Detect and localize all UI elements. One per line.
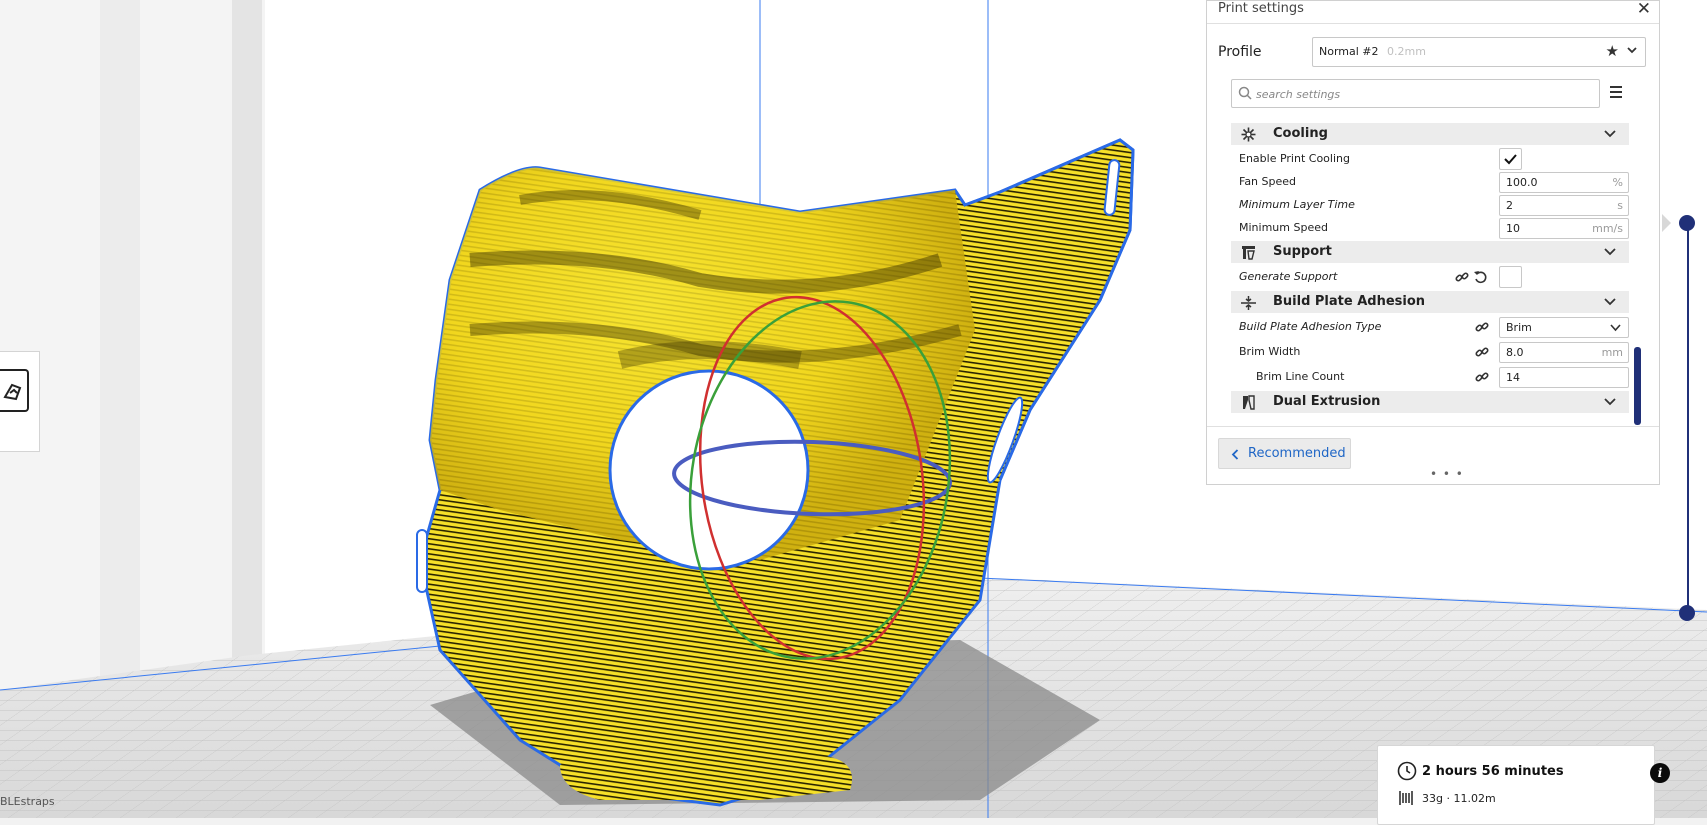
setting-brim-line-count: Brim Line Count 14 bbox=[1231, 366, 1629, 388]
setting-brim-width: Brim Width 8.0 mm bbox=[1231, 341, 1629, 363]
fan-icon bbox=[1241, 127, 1256, 142]
setting-build-plate-adhesion-type: Build Plate Adhesion Type Brim bbox=[1231, 316, 1629, 338]
field-value: 14 bbox=[1506, 371, 1520, 384]
setting-label: Brim Line Count bbox=[1256, 370, 1345, 383]
field-unit: s bbox=[1617, 199, 1623, 212]
material-usage: 33g · 11.02m bbox=[1422, 792, 1496, 805]
search-icon bbox=[1238, 86, 1252, 100]
recommended-label: Recommended bbox=[1248, 446, 1346, 461]
setting-label: Minimum Speed bbox=[1239, 221, 1328, 234]
profile-layer-height: 0.2mm bbox=[1387, 45, 1426, 58]
clock-icon bbox=[1397, 761, 1417, 781]
category-label: Support bbox=[1273, 244, 1332, 259]
close-icon[interactable]: ✕ bbox=[1637, 0, 1651, 19]
setting-label: Brim Width bbox=[1239, 345, 1301, 358]
checkmark-icon bbox=[1504, 154, 1517, 165]
setting-fan-speed: Fan Speed 100.0 % bbox=[1231, 171, 1629, 193]
setting-minimum-speed: Minimum Speed 10 mm/s bbox=[1231, 217, 1629, 239]
chevron-down-icon bbox=[1604, 398, 1616, 406]
setting-enable-print-cooling: Enable Print Cooling bbox=[1231, 148, 1629, 170]
category-dual-extrusion[interactable]: Dual Extrusion bbox=[1231, 391, 1629, 413]
panel-title: Print settings bbox=[1218, 1, 1304, 16]
category-label: Cooling bbox=[1273, 126, 1328, 141]
chevron-down-icon bbox=[1604, 130, 1616, 138]
reset-icon[interactable] bbox=[1473, 269, 1489, 285]
setting-generate-support: Generate Support bbox=[1231, 266, 1629, 288]
settings-menu-icon[interactable] bbox=[1606, 83, 1626, 103]
category-cooling[interactable]: Cooling bbox=[1231, 123, 1629, 145]
field-unit: mm bbox=[1601, 346, 1623, 359]
setting-label: Build Plate Adhesion Type bbox=[1239, 320, 1382, 333]
minimum-layer-time-field[interactable]: 2 s bbox=[1499, 195, 1629, 216]
profile-label: Profile bbox=[1218, 44, 1262, 60]
panel-footer: Recommended • • • bbox=[1207, 426, 1659, 487]
object-name: BLEstraps bbox=[0, 795, 55, 808]
chevron-down-icon bbox=[1627, 47, 1637, 54]
spool-icon bbox=[1399, 791, 1413, 805]
adhesion-type-dropdown[interactable]: Brim bbox=[1499, 317, 1629, 338]
print-info-panel: 2 hours 56 minutes i 33g · 11.02m bbox=[1377, 745, 1670, 825]
category-support[interactable]: Support bbox=[1231, 241, 1629, 263]
field-value: 10 bbox=[1506, 222, 1520, 235]
link-icon[interactable] bbox=[1455, 270, 1469, 284]
setting-label: Fan Speed bbox=[1239, 175, 1297, 188]
setting-label: Minimum Layer Time bbox=[1239, 198, 1355, 211]
setting-label: Generate Support bbox=[1239, 270, 1338, 283]
print-settings-panel: Print settings ✕ Profile Normal #2 0.2mm… bbox=[1206, 0, 1660, 485]
brim-width-field[interactable]: 8.0 mm bbox=[1499, 342, 1629, 363]
field-value: Brim bbox=[1506, 321, 1532, 334]
link-icon[interactable] bbox=[1475, 320, 1489, 334]
star-icon[interactable]: ★ bbox=[1606, 42, 1619, 60]
field-value: 100.0 bbox=[1506, 176, 1538, 189]
search-box bbox=[1231, 79, 1600, 108]
category-label: Dual Extrusion bbox=[1273, 394, 1381, 409]
settings-list[interactable]: Cooling Enable Print Cooling Fan Speed 1… bbox=[1231, 111, 1629, 425]
profile-select[interactable]: Normal #2 0.2mm ★ bbox=[1312, 37, 1646, 67]
profile-name: Normal #2 bbox=[1319, 45, 1379, 58]
resize-handle[interactable]: • • • bbox=[1430, 467, 1464, 481]
dual-extrusion-icon bbox=[1243, 395, 1255, 410]
support-icon bbox=[1242, 246, 1255, 260]
adhesion-icon bbox=[1241, 296, 1256, 310]
generate-support-checkbox[interactable] bbox=[1499, 266, 1522, 288]
left-toolbar bbox=[0, 351, 40, 452]
fan-speed-field[interactable]: 100.0 % bbox=[1499, 172, 1629, 193]
category-label: Build Plate Adhesion bbox=[1273, 294, 1426, 309]
setting-label: Enable Print Cooling bbox=[1239, 152, 1350, 165]
layer-slider-pointer bbox=[1662, 214, 1671, 232]
setting-minimum-layer-time: Minimum Layer Time 2 s bbox=[1231, 194, 1629, 216]
settings-scrollbar[interactable] bbox=[1634, 347, 1641, 425]
brim-line-count-field[interactable]: 14 bbox=[1499, 367, 1629, 388]
chevron-left-icon bbox=[1231, 449, 1239, 460]
field-value: 2 bbox=[1506, 199, 1513, 212]
chevron-down-icon bbox=[1604, 248, 1616, 256]
recommended-button[interactable]: Recommended bbox=[1218, 438, 1351, 469]
layer-slider-top-handle[interactable] bbox=[1679, 215, 1695, 231]
print-time: 2 hours 56 minutes bbox=[1422, 764, 1564, 779]
layer-slider-bottom-handle[interactable] bbox=[1679, 605, 1695, 621]
layer-slider[interactable] bbox=[1687, 223, 1689, 613]
link-icon[interactable] bbox=[1475, 370, 1489, 384]
enable-print-cooling-checkbox[interactable] bbox=[1499, 148, 1522, 170]
chevron-down-icon bbox=[1610, 324, 1621, 332]
minimum-speed-field[interactable]: 10 mm/s bbox=[1499, 218, 1629, 239]
search-input[interactable] bbox=[1254, 84, 1588, 104]
panel-header: Print settings ✕ bbox=[1207, 0, 1659, 24]
field-value: 8.0 bbox=[1506, 346, 1524, 359]
category-build-plate-adhesion[interactable]: Build Plate Adhesion bbox=[1231, 291, 1629, 313]
open-file-icon[interactable] bbox=[0, 369, 29, 412]
field-unit: % bbox=[1612, 176, 1623, 189]
info-icon[interactable]: i bbox=[1650, 763, 1670, 783]
chevron-down-icon bbox=[1604, 298, 1616, 306]
link-icon[interactable] bbox=[1475, 345, 1489, 359]
field-unit: mm/s bbox=[1592, 222, 1623, 235]
